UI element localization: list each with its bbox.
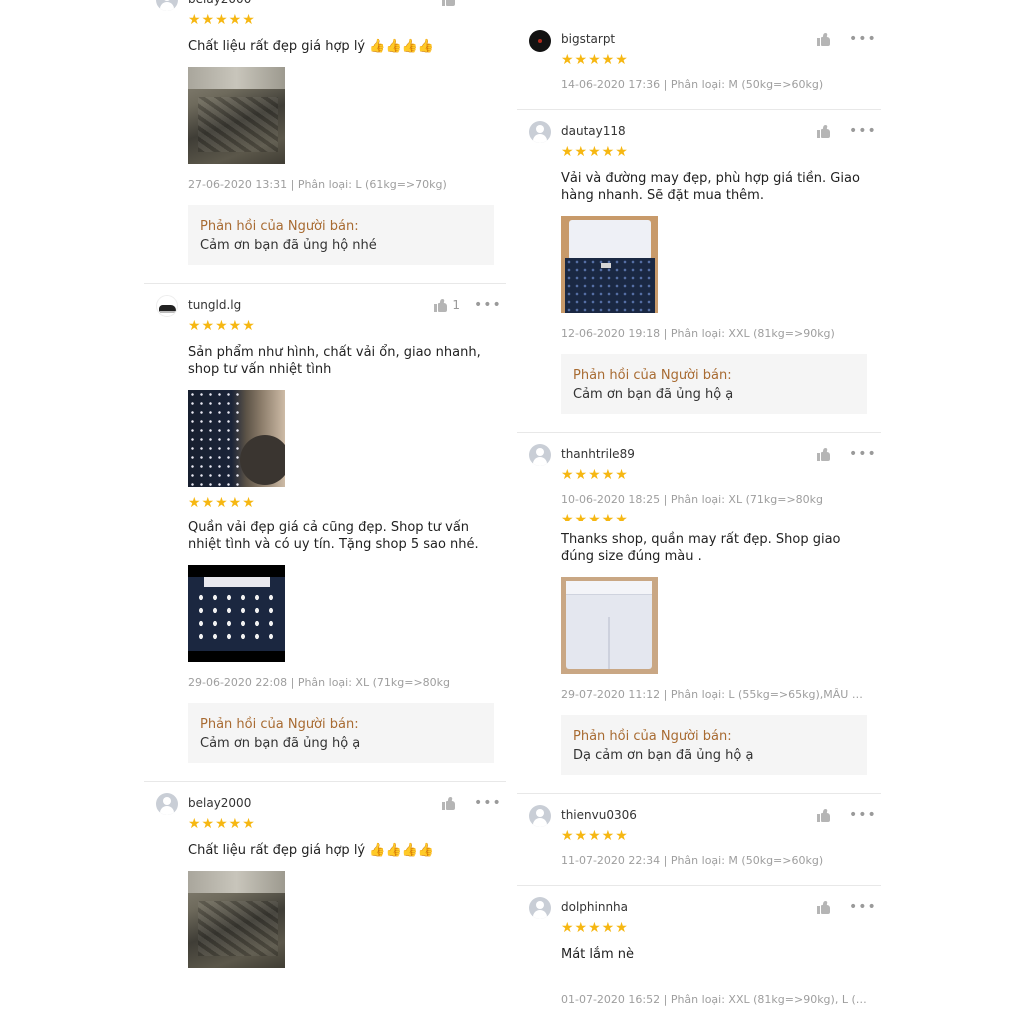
review-meta: 11-07-2020 22:34 | Phân loại: M (50kg=>6… bbox=[561, 854, 824, 867]
seller-reply: Phản hồi của Người bán: Dạ cảm ơn bạn đã… bbox=[561, 715, 867, 775]
reviewer-username[interactable]: bigstarpt bbox=[561, 32, 817, 46]
seller-reply-text: Cảm ơn bạn đã ủng hộ ạ bbox=[573, 387, 734, 402]
reviewer-username[interactable]: dautay118 bbox=[561, 124, 817, 138]
review-meta: 12-06-2020 19:18 | Phân loại: XXL (81kg=… bbox=[561, 327, 835, 340]
thumbs-up-icon bbox=[817, 900, 831, 914]
review-item: thanhtrile89 ••• ★★★★★ 10-06-2020 18:25 … bbox=[517, 433, 881, 794]
user-avatar[interactable] bbox=[529, 30, 551, 52]
reviewer-username[interactable]: thienvu0306 bbox=[561, 808, 817, 822]
user-avatar[interactable] bbox=[156, 295, 178, 317]
review-text: Mát lắm nè bbox=[561, 947, 635, 962]
review-item: thienvu0306 ••• ★★★★★ 11-07-2020 22:34 |… bbox=[517, 794, 881, 886]
user-avatar[interactable] bbox=[156, 793, 178, 815]
review-text: Chất liệu rất đẹp giá hợp lý 👍👍👍👍 bbox=[188, 39, 435, 54]
review-text: Sản phẩm như hình, chất vải ổn, giao nha… bbox=[188, 345, 481, 377]
review-text: Thanks shop, quần may rất đẹp. Shop giao… bbox=[561, 532, 841, 564]
like-button[interactable] bbox=[817, 32, 835, 46]
like-button[interactable]: 1 bbox=[434, 298, 460, 312]
seller-reply-title: Phản hồi của Người bán: bbox=[573, 368, 732, 383]
star-rating: ★★★★★ bbox=[188, 495, 256, 511]
review-photo-shirt-and-shorts[interactable] bbox=[561, 216, 658, 313]
reviewer-username[interactable]: belay2000 bbox=[188, 796, 442, 810]
seller-reply: Phản hồi của Người bán: Cảm ơn bạn đã ủn… bbox=[188, 205, 494, 265]
seller-reply-title: Phản hồi của Người bán: bbox=[200, 717, 359, 732]
more-options-icon[interactable]: ••• bbox=[849, 123, 876, 139]
thumbs-up-icon bbox=[817, 32, 831, 46]
seller-reply-text: Cảm ơn bạn đã ủng hộ nhé bbox=[200, 238, 377, 253]
review-meta: 14-06-2020 17:36 | Phân loại: M (50kg=>6… bbox=[561, 78, 824, 91]
like-button[interactable] bbox=[817, 124, 835, 138]
more-options-icon[interactable]: ••• bbox=[849, 899, 876, 915]
seller-reply: Phản hồi của Người bán: Cảm ơn bạn đã ủn… bbox=[188, 703, 494, 763]
like-button[interactable] bbox=[442, 0, 460, 6]
seller-reply-text: Cảm ơn bạn đã ủng hộ ạ bbox=[200, 736, 361, 751]
review-item: belay2000 ••• ★★★★★ Chất liệu rất đẹp gi… bbox=[144, 782, 506, 986]
thumbs-up-icon bbox=[817, 124, 831, 138]
review-item: belay2000 ••• ★★★★★ Chất liệu rất đẹp gi… bbox=[144, 0, 506, 284]
like-button[interactable] bbox=[442, 796, 460, 810]
more-options-icon[interactable]: ••• bbox=[474, 0, 501, 7]
review-photo-worn-shorts[interactable] bbox=[188, 390, 285, 487]
more-options-icon[interactable]: ••• bbox=[474, 795, 501, 811]
seller-reply-text: Dạ cảm ơn bạn đã ủng hộ ạ bbox=[573, 748, 754, 763]
review-text: Vải và đường may đẹp, phù hợp giá tiền. … bbox=[561, 171, 860, 203]
star-rating: ★★★★★ bbox=[561, 467, 629, 483]
like-button[interactable] bbox=[817, 808, 835, 822]
more-options-icon[interactable]: ••• bbox=[849, 807, 876, 823]
review-item: dautay118 ••• ★★★★★ Vải và đường may đẹp… bbox=[517, 110, 881, 433]
thumbs-up-icon bbox=[817, 447, 831, 461]
like-count: 1 bbox=[452, 298, 460, 312]
more-options-icon[interactable]: ••• bbox=[849, 31, 876, 47]
review-meta: 27-06-2020 13:31 | Phân loại: L (61kg=>7… bbox=[188, 178, 447, 191]
seller-reply-title: Phản hồi của Người bán: bbox=[200, 219, 359, 234]
reviewer-username[interactable]: dolphinnha bbox=[561, 900, 817, 914]
review-item: bigstarpt ••• ★★★★★ 14-06-2020 17:36 | P… bbox=[517, 0, 881, 110]
seller-reply-title: Phản hồi của Người bán: bbox=[573, 729, 732, 744]
review-meta: 01-07-2020 16:52 | Phân loại: XXL (81kg=… bbox=[561, 993, 867, 1006]
user-avatar[interactable] bbox=[529, 444, 551, 466]
review-meta: 29-07-2020 11:12 | Phân loại: L (55kg=>6… bbox=[561, 688, 867, 701]
star-rating: ★★★★★ bbox=[188, 816, 256, 832]
user-avatar[interactable] bbox=[529, 897, 551, 919]
star-rating: ★★★★★ bbox=[188, 318, 256, 334]
review-text: Quần vải đẹp giá cả cũng đẹp. Shop tư vấ… bbox=[188, 520, 479, 552]
review-photo-olive-shorts[interactable] bbox=[188, 67, 285, 164]
star-rating: ★★★★★ bbox=[561, 512, 629, 521]
review-item: dolphinnha ••• ★★★★★ Mát lắm nè 01-07-20… bbox=[517, 886, 881, 1024]
review-meta: 10-06-2020 18:25 | Phân loại: XL (71kg=>… bbox=[561, 493, 824, 506]
star-rating: ★★★★★ bbox=[561, 920, 629, 936]
user-avatar[interactable] bbox=[529, 805, 551, 827]
review-photo-navy-shorts[interactable] bbox=[188, 565, 285, 662]
review-photo-white-shorts[interactable] bbox=[561, 577, 658, 674]
review-text: Chất liệu rất đẹp giá hợp lý 👍👍👍👍 bbox=[188, 843, 435, 858]
user-avatar[interactable] bbox=[529, 121, 551, 143]
reviews-column-left: belay2000 ••• ★★★★★ Chất liệu rất đẹp gi… bbox=[144, 0, 506, 1024]
thumbs-up-icon bbox=[442, 796, 456, 810]
like-button[interactable] bbox=[817, 900, 835, 914]
thumbs-up-icon bbox=[434, 298, 448, 312]
seller-reply: Phản hồi của Người bán: Cảm ơn bạn đã ủn… bbox=[561, 354, 867, 414]
more-options-icon[interactable]: ••• bbox=[849, 446, 876, 462]
thumbs-up-icon bbox=[817, 808, 831, 822]
review-item: tungld.lg 1 ••• ★★★★★ Sản phẩm như hình,… bbox=[144, 284, 506, 782]
thumbs-up-icon bbox=[442, 0, 456, 6]
review-photo-olive-shorts[interactable] bbox=[188, 871, 285, 968]
reviewer-username[interactable]: tungld.lg bbox=[188, 298, 434, 312]
product-reviews-screenshot: belay2000 ••• ★★★★★ Chất liệu rất đẹp gi… bbox=[0, 0, 1024, 1024]
reviewer-username[interactable]: belay2000 bbox=[188, 0, 442, 6]
star-rating: ★★★★★ bbox=[561, 144, 629, 160]
like-button[interactable] bbox=[817, 447, 835, 461]
review-meta: 29-06-2020 22:08 | Phân loại: XL (71kg=>… bbox=[188, 676, 451, 689]
reviewer-username[interactable]: thanhtrile89 bbox=[561, 447, 817, 461]
star-rating: ★★★★★ bbox=[188, 12, 256, 28]
star-rating: ★★★★★ bbox=[561, 52, 629, 68]
star-rating: ★★★★★ bbox=[561, 828, 629, 844]
more-options-icon[interactable]: ••• bbox=[474, 297, 501, 313]
reviews-column-right: bigstarpt ••• ★★★★★ 14-06-2020 17:36 | P… bbox=[517, 0, 881, 1024]
user-avatar[interactable] bbox=[156, 0, 178, 11]
